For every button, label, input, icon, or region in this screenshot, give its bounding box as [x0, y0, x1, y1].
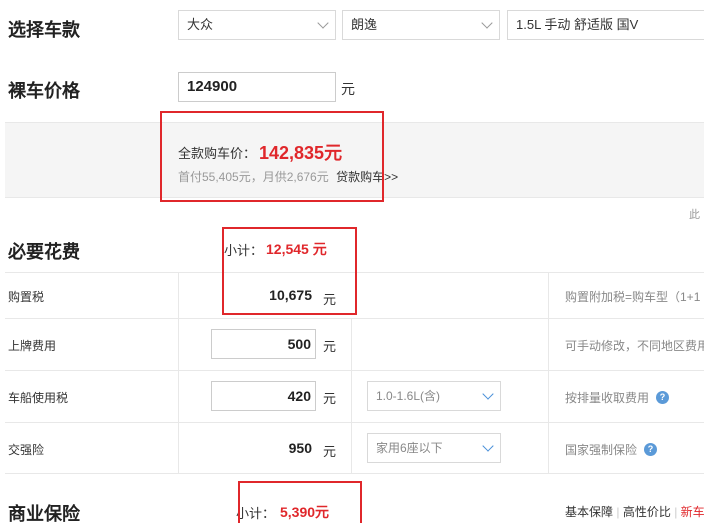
bare-price-unit: 元 [341, 81, 355, 97]
brand-select[interactable]: 大众 [178, 10, 336, 40]
vehicle-tax-label: 车船使用税 [8, 391, 69, 405]
purchase-tax-label: 购置税 [8, 290, 45, 304]
purchase-tax-note: 购置附加税=购车型（1+1 [565, 290, 701, 304]
chevron-down-icon [317, 17, 329, 29]
help-icon[interactable]: ? [656, 391, 669, 404]
help-icon[interactable]: ? [644, 443, 657, 456]
bare-price-title: 裸车价格 [8, 81, 80, 101]
vehicle-tax-note: 按排量收取费用 [565, 391, 650, 405]
tab-new-car[interactable]: 新车 [681, 505, 704, 519]
vehicle-tax-unit: 元 [323, 391, 337, 406]
plate-fee-label: 上牌费用 [8, 339, 57, 353]
displacement-select-value: 1.0-1.6L(含) [376, 389, 441, 403]
plate-fee-unit: 元 [323, 339, 337, 354]
series-select[interactable]: 朗逸 [342, 10, 500, 40]
side-note: 此 [689, 209, 700, 221]
chevron-down-icon [482, 388, 494, 400]
compulsory-insurance-value: 950 [288, 440, 312, 456]
tab-value[interactable]: 高性价比 [623, 505, 671, 519]
compulsory-insurance-note: 国家强制保险 [565, 443, 638, 457]
plate-fee-note: 可手动修改，不同地区费用 [565, 339, 704, 353]
model-select-value: 1.5L 手动 舒适版 国V [516, 17, 639, 32]
compulsory-insurance-label: 交强险 [8, 443, 45, 457]
tab-basic[interactable]: 基本保障 [565, 505, 613, 519]
highlight-box-required [222, 227, 357, 315]
highlight-box-total [160, 111, 384, 202]
select-car-title: 选择车款 [8, 20, 80, 40]
required-cost-title: 必要花费 [8, 242, 80, 262]
seat-count-select[interactable]: 家用6座以下 [367, 433, 501, 463]
plate-fee-input[interactable]: 500 [211, 329, 316, 359]
seat-count-select-value: 家用6座以下 [376, 441, 443, 455]
series-select-value: 朗逸 [351, 17, 378, 32]
chevron-down-icon [482, 440, 494, 452]
vehicle-tax-input[interactable]: 420 [211, 381, 316, 411]
highlight-box-commercial [238, 481, 362, 523]
bare-price-input[interactable]: 124900 [178, 72, 336, 102]
displacement-select[interactable]: 1.0-1.6L(含) [367, 381, 501, 411]
commercial-insurance-title: 商业保险 [8, 504, 80, 523]
compulsory-insurance-unit: 元 [323, 444, 337, 459]
brand-select-value: 大众 [187, 17, 214, 32]
chevron-down-icon [481, 17, 493, 29]
model-select[interactable]: 1.5L 手动 舒适版 国V [507, 10, 704, 40]
